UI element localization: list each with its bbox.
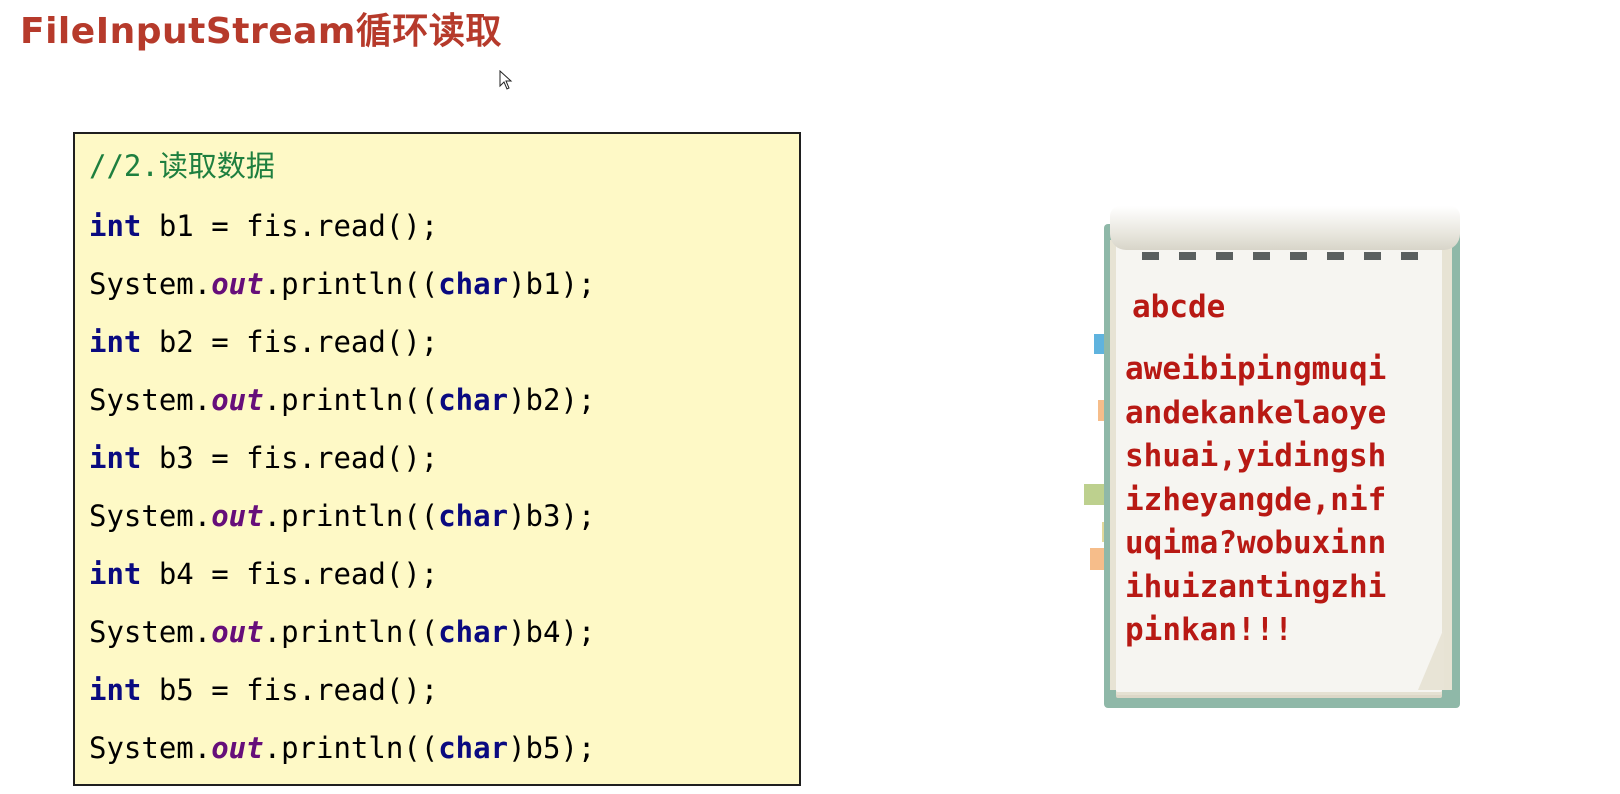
binding-hole xyxy=(1290,252,1307,260)
code-text: .println(( xyxy=(263,499,439,533)
field-out: out xyxy=(211,731,264,765)
binding-holes xyxy=(1142,252,1442,262)
notebook-heading: abcde xyxy=(1132,289,1226,325)
code-line-print-b5: System.out.println((char)b5); xyxy=(89,730,595,766)
keyword-int: int xyxy=(89,673,142,707)
code-text: .println(( xyxy=(263,615,439,649)
code-text: System. xyxy=(89,383,212,417)
mouse-pointer-icon xyxy=(499,70,513,90)
keyword-int: int xyxy=(89,209,142,243)
code-text: .println(( xyxy=(263,731,439,765)
code-text: System. xyxy=(89,731,212,765)
code-line-read-b5: int b5 = fis.read(); xyxy=(89,672,438,708)
code-line-read-b1: int b1 = fis.read(); xyxy=(89,208,438,244)
code-text: )b1); xyxy=(508,267,596,301)
code-text: )b2); xyxy=(508,383,596,417)
code-read-text: b5 = fis.read(); xyxy=(141,673,439,707)
binding-hole xyxy=(1327,252,1344,260)
code-text: )b5); xyxy=(508,731,596,765)
code-read-text: b3 = fis.read(); xyxy=(141,441,439,475)
code-text: .println(( xyxy=(263,383,439,417)
code-line-print-b3: System.out.println((char)b3); xyxy=(89,498,595,534)
code-text: )b3); xyxy=(508,499,596,533)
code-text: System. xyxy=(89,499,212,533)
code-text: System. xyxy=(89,267,212,301)
keyword-char: char xyxy=(438,499,509,533)
binding-hole xyxy=(1216,252,1233,260)
code-text: )b4); xyxy=(508,615,596,649)
code-read-text: b4 = fis.read(); xyxy=(141,557,439,591)
binding-hole xyxy=(1142,252,1159,260)
field-out: out xyxy=(211,499,264,533)
notebook-line: aweibipingmuqi xyxy=(1125,351,1387,387)
code-text: System. xyxy=(89,615,212,649)
notebook-line: uqima?wobuxinn xyxy=(1125,525,1387,561)
code-snippet-box: //2.读取数据 int b1 = fis.read(); System.out… xyxy=(73,132,801,786)
keyword-char: char xyxy=(438,383,509,417)
code-line-print-b4: System.out.println((char)b4); xyxy=(89,614,595,650)
code-line-read-b2: int b2 = fis.read(); xyxy=(89,324,438,360)
notebook-line: izheyangde,nif xyxy=(1125,481,1387,518)
keyword-char: char xyxy=(438,731,509,765)
binding-hole xyxy=(1179,252,1196,260)
notebook-line: pinkan!!! xyxy=(1125,612,1293,648)
keyword-int: int xyxy=(89,325,142,359)
keyword-int: int xyxy=(89,557,142,591)
binding-hole xyxy=(1401,252,1418,260)
notebook-line: andekankelaoye xyxy=(1125,394,1387,431)
keyword-int: int xyxy=(89,441,142,475)
code-line-read-b3: int b3 = fis.read(); xyxy=(89,440,438,476)
code-read-text: b1 = fis.read(); xyxy=(141,209,439,243)
notebook-binding xyxy=(1110,206,1460,250)
page-curl xyxy=(1418,628,1444,690)
keyword-char: char xyxy=(438,615,509,649)
field-out: out xyxy=(211,267,264,301)
slide-title: FileInputStream循环读取 xyxy=(20,11,502,52)
field-out: out xyxy=(211,383,264,417)
code-line-print-b1: System.out.println((char)b1); xyxy=(89,266,595,302)
notebook-line: shuai,yidingsh xyxy=(1125,438,1387,474)
field-out: out xyxy=(211,615,264,649)
code-read-text: b2 = fis.read(); xyxy=(141,325,439,359)
notebook-line: ihuizantingzhi xyxy=(1125,568,1387,605)
code-line-read-b4: int b4 = fis.read(); xyxy=(89,556,438,592)
binding-hole xyxy=(1253,252,1270,260)
code-comment: //2.读取数据 xyxy=(89,149,275,183)
keyword-char: char xyxy=(438,267,509,301)
code-text: .println(( xyxy=(263,267,439,301)
code-line-print-b2: System.out.println((char)b2); xyxy=(89,382,595,418)
notebook-illustration: abcde aweibipingmuqi andekankelaoye shua… xyxy=(1080,200,1480,720)
binding-hole xyxy=(1364,252,1381,260)
